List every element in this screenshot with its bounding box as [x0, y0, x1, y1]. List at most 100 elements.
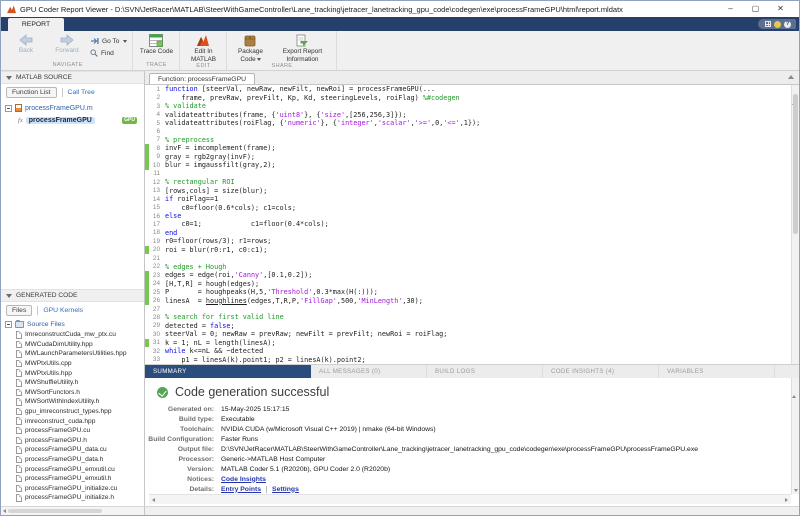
scroll-right-icon[interactable] — [785, 498, 788, 502]
settings-link[interactable]: Settings — [272, 486, 299, 493]
scroll-thumb[interactable] — [8, 509, 102, 513]
report-tab[interactable]: BUILD LOGS — [427, 365, 543, 378]
source-file-item[interactable]: processFrameGPU.h — [1, 436, 144, 446]
code-line[interactable]: 4 validateattributes(frame, {'uint8'}, {… — [145, 110, 791, 118]
tab-call-tree[interactable]: Call Tree — [68, 89, 95, 96]
tab-report[interactable]: REPORT — [8, 18, 64, 31]
export-report-information-button[interactable]: Export Report Information — [271, 33, 333, 63]
code-line[interactable]: 33 p1 = linesA(k).point1; p2 = linesA(k)… — [145, 356, 791, 364]
matlab-source-header[interactable]: MATLAB SOURCE — [1, 71, 144, 84]
summary-vertical-scrollbar[interactable] — [791, 378, 799, 494]
code-line[interactable]: 12 % rectangular ROI — [145, 178, 791, 186]
code-line[interactable]: 8 invF = imcomplement(frame); — [145, 144, 791, 152]
trace-code-button[interactable]: Trace Code — [136, 33, 176, 56]
code-line[interactable]: 17 c0=1; c1=floor(0.4*cols); — [145, 220, 791, 228]
expander-icon[interactable] — [5, 321, 12, 328]
scroll-up-icon[interactable] — [792, 378, 796, 398]
code-line[interactable]: 1 function [steerVal, newRaw, newFilt, n… — [145, 85, 791, 93]
code-line[interactable]: 5 validateattributes(roiFlag, {'numeric'… — [145, 119, 791, 127]
sidebar-horizontal-scrollbar[interactable] — [1, 507, 145, 515]
source-file-item[interactable]: MWCudaDimUtility.hpp — [1, 340, 144, 350]
code-line[interactable]: 9 gray = rgb2gray(invF); — [145, 153, 791, 161]
forward-button[interactable]: Forward — [47, 33, 87, 55]
code-line[interactable]: 21 — [145, 254, 791, 262]
code-line[interactable]: 28 % search for first valid line — [145, 313, 791, 321]
code-line[interactable]: 19 r0=floor(rows/3); r1=rows; — [145, 237, 791, 245]
source-file-item[interactable]: gpu_imreconstruct_types.hpp — [1, 407, 144, 417]
report-tab[interactable]: CODE INSIGHTS (4) — [543, 365, 659, 378]
code-line[interactable]: 3 % validate — [145, 102, 791, 110]
minimize-button[interactable]: – — [718, 1, 743, 17]
tree-item-function[interactable]: fx processFrameGPU GPU — [1, 114, 144, 126]
code-line[interactable]: 27 — [145, 305, 791, 313]
code-insights-link[interactable]: Code Insights — [221, 476, 266, 483]
layout-grid-icon[interactable] — [765, 21, 771, 27]
tab-gpu-kernels[interactable]: GPU Kernels — [43, 307, 83, 314]
code-line[interactable]: 30 steerVal = 0; newRaw = prevRaw; newFi… — [145, 330, 791, 338]
close-button[interactable]: ✕ — [768, 1, 793, 17]
code-vertical-scrollbar[interactable] — [791, 85, 799, 364]
source-file-item[interactable]: MWSortFunctors.h — [1, 388, 144, 398]
source-file-item[interactable]: processFrameGPU_data.cu — [1, 445, 144, 455]
goto-button[interactable]: Go To — [90, 37, 127, 45]
source-file-item[interactable]: processFrameGPU_emxutil.h — [1, 474, 144, 484]
scroll-left-icon[interactable] — [152, 498, 155, 502]
source-file-item[interactable]: MWPtxUtils.hpp — [1, 368, 144, 378]
source-file-item[interactable]: ImreconstructCuda_mw_ptx.cu — [1, 330, 144, 340]
summary-horizontal-scrollbar[interactable] — [149, 494, 791, 504]
maximize-button[interactable]: ▢ — [743, 1, 768, 17]
code-line[interactable]: 7 % preprocess — [145, 136, 791, 144]
tree-item-source-files-folder[interactable]: Source Files — [1, 319, 144, 329]
source-file-item[interactable]: MWLaunchParametersUtilities.hpp — [1, 349, 144, 359]
entry-points-link[interactable]: Entry Points — [221, 486, 261, 493]
tree-item-source-file[interactable]: processFrameGPU.m — [1, 102, 144, 114]
code-line[interactable]: 11 — [145, 170, 791, 178]
tab-function-processframegpu[interactable]: Function: processFrameGPU — [149, 73, 255, 84]
scroll-down-icon[interactable] — [794, 489, 798, 492]
code-line[interactable]: 2 frame, prevRaw, prevFilt, Kp, Kd, stee… — [145, 93, 791, 101]
code-line[interactable]: 31 k = 1; nL = length(linesA); — [145, 339, 791, 347]
source-file-item[interactable]: MWPtxUtils.cpp — [1, 359, 144, 369]
source-file-item[interactable]: MWSortWithIndexUtility.h — [1, 397, 144, 407]
scroll-thumb[interactable] — [793, 94, 798, 234]
code-line[interactable]: 15 c0=floor(0.6*cols); c1=cols; — [145, 203, 791, 211]
generated-code-header[interactable]: GENERATED CODE — [1, 289, 144, 302]
code-line[interactable]: 6 — [145, 127, 791, 135]
scroll-left-icon[interactable] — [3, 509, 6, 513]
report-tab[interactable]: VARIABLES — [659, 365, 775, 378]
code-line[interactable]: 10 blur = imgaussfilt(gray,2); — [145, 161, 791, 169]
code-line[interactable]: 18 end — [145, 229, 791, 237]
report-tab[interactable]: ALL MESSAGES (0) — [311, 365, 427, 378]
source-file-item[interactable]: processFrameGPU_emxutil.cu — [1, 464, 144, 474]
line-number: 6 — [149, 128, 165, 135]
source-file-item[interactable]: processFrameGPU_initialize.cu — [1, 484, 144, 494]
find-button[interactable]: Find — [90, 49, 127, 57]
code-line[interactable]: 26 linesA = houghlines(edges,T,R,P,'Fill… — [145, 296, 791, 304]
tab-files[interactable]: Files — [6, 305, 32, 316]
code-line[interactable]: 32 while k<=nL && ~detected — [145, 347, 791, 355]
source-file-item[interactable]: processFrameGPU_initialize.h — [1, 493, 144, 503]
help-icon[interactable]: ? — [784, 21, 791, 28]
source-file-item[interactable]: processFrameGPU_data.h — [1, 455, 144, 465]
source-file-item[interactable]: processFrameGPU_terminate.cu — [1, 503, 144, 504]
code-line[interactable]: 25 P = houghpeaks(H,5,'Threshold',0.3*ma… — [145, 288, 791, 296]
code-line[interactable]: 23 edges = edge(roi,'Canny',[0.1,0.2]); — [145, 271, 791, 279]
back-button[interactable]: Back — [6, 33, 46, 55]
code-line[interactable]: 22 % edges + Hough — [145, 263, 791, 271]
code-line[interactable]: 20 roi = blur(r0:r1, c0:c1); — [145, 246, 791, 254]
source-file-item[interactable]: imreconstruct_cuda.hpp — [1, 416, 144, 426]
feedback-icon[interactable] — [774, 21, 781, 28]
edit-in-matlab-button[interactable]: Edit In MATLAB — [183, 33, 223, 63]
source-file-item[interactable]: MWShuffleUtility.h — [1, 378, 144, 388]
expander-icon[interactable] — [5, 105, 12, 112]
package-code-button[interactable]: Package Code — [230, 33, 270, 63]
source-file-item[interactable]: processFrameGPU.cu — [1, 426, 144, 436]
code-line[interactable]: 29 detected = false; — [145, 322, 791, 330]
code-line[interactable]: 16 else — [145, 212, 791, 220]
tab-function-list[interactable]: Function List — [6, 87, 57, 98]
code-line[interactable]: 13 [rows,cols] = size(blur); — [145, 186, 791, 194]
code-line[interactable]: 24 [H,T,R] = hough(edges); — [145, 279, 791, 287]
code-line[interactable]: 14 if roiFlag==1 — [145, 195, 791, 203]
report-tab[interactable]: SUMMARY — [145, 365, 311, 378]
collapse-panel-icon[interactable] — [788, 75, 794, 79]
